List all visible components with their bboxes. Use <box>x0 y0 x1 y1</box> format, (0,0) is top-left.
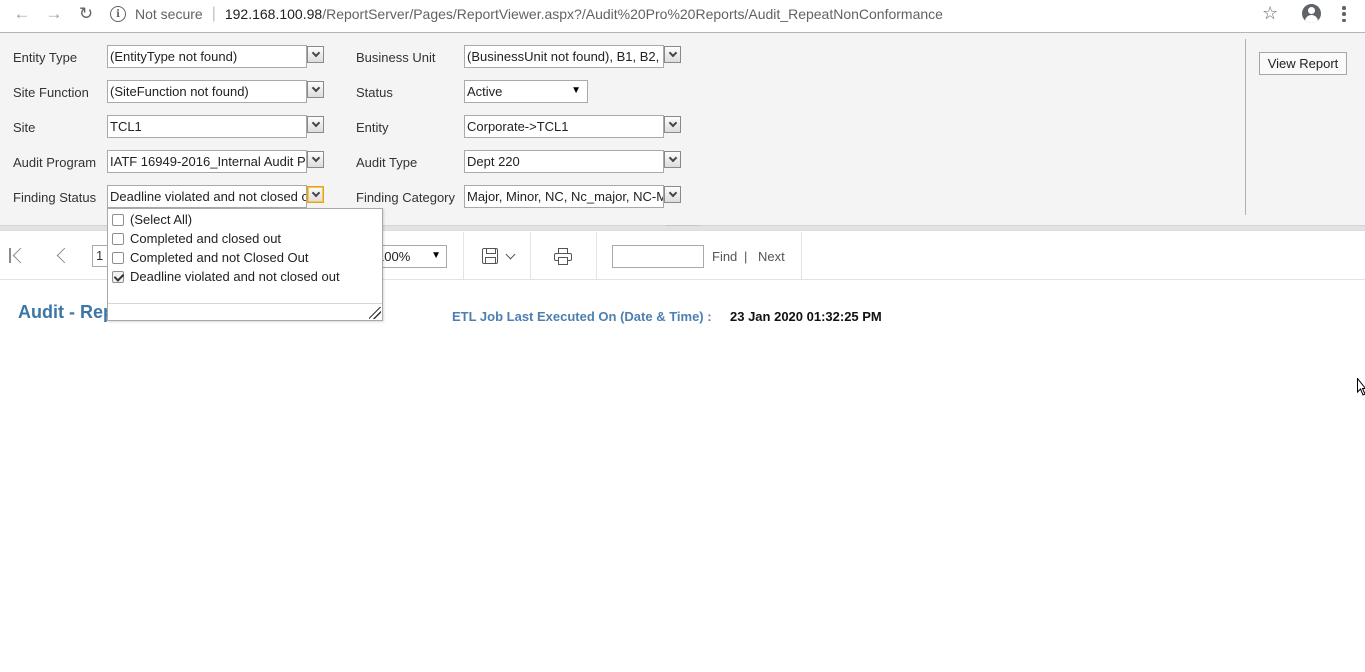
option-deadline-violated[interactable]: Deadline violated and not closed out <box>112 269 340 284</box>
chevron-down-icon <box>311 188 320 198</box>
dropdown-footer <box>108 303 382 320</box>
resize-grip-icon[interactable] <box>369 307 381 319</box>
entity-field[interactable]: Corporate->TCL1 <box>464 115 664 138</box>
find-link[interactable]: Find <box>712 249 737 264</box>
toolbar-divider <box>801 232 802 280</box>
etl-label: ETL Job Last Executed On (Date & Time) : <box>452 309 712 324</box>
address-bar[interactable]: i Not secure | 192.168.100.98/ReportServ… <box>110 0 1365 28</box>
parameters-divider <box>1245 39 1246 215</box>
business-unit-label: Business Unit <box>356 50 436 65</box>
first-page-icon[interactable] <box>9 247 27 265</box>
finding-category-field[interactable]: Major, Minor, NC, Nc_major, NC-Minor <box>464 185 664 208</box>
checkbox-checked[interactable] <box>112 270 124 283</box>
business-unit-dropdown-button[interactable] <box>664 46 681 63</box>
finding-status-dropdown-list: (Select All) Completed and closed out Co… <box>107 208 383 321</box>
find-separator: | <box>744 249 748 264</box>
chevron-down-icon <box>668 48 677 58</box>
chevron-down-icon <box>668 118 677 128</box>
option-completed-not-closed-out[interactable]: Completed and not Closed Out <box>112 250 309 265</box>
back-arrow-icon[interactable]: ← <box>6 0 38 28</box>
mouse-cursor-icon <box>1357 377 1365 396</box>
next-link[interactable]: Next <box>758 249 785 264</box>
checkbox[interactable] <box>112 213 124 226</box>
business-unit-field[interactable]: (BusinessUnit not found), B1, B2, B3 <box>464 45 664 68</box>
browser-menu-icon[interactable] <box>1339 5 1349 23</box>
chevron-down-icon <box>668 153 677 163</box>
entity-type-dropdown-button[interactable] <box>307 46 324 63</box>
previous-page-icon[interactable] <box>55 247 69 265</box>
site-label: Site <box>13 120 36 135</box>
audit-program-field[interactable]: IATF 16949-2016_Internal Audit Program <box>107 150 307 173</box>
toolbar-divider <box>530 232 531 280</box>
option-select-all[interactable]: (Select All) <box>112 212 192 227</box>
address-separator: | <box>211 5 216 22</box>
finding-category-dropdown-button[interactable] <box>664 186 681 203</box>
site-function-dropdown-button[interactable] <box>307 81 324 98</box>
audit-program-label: Audit Program <box>13 155 97 170</box>
select-arrow-icon: ▼ <box>431 250 441 261</box>
zoom-select[interactable]: 100% ▼ <box>372 245 447 268</box>
etl-value: 23 Jan 2020 01:32:25 PM <box>730 309 882 324</box>
url-text[interactable]: 192.168.100.98/ReportServer/Pages/Report… <box>225 6 943 22</box>
find-input[interactable] <box>612 245 704 268</box>
finding-category-label: Finding Category <box>356 190 455 205</box>
audit-program-dropdown-button[interactable] <box>307 151 324 168</box>
chevron-down-icon[interactable] <box>505 249 516 260</box>
account-icon[interactable] <box>1302 4 1321 23</box>
forward-arrow-icon[interactable]: → <box>38 0 70 28</box>
chevron-down-icon <box>311 48 320 58</box>
entity-type-label: Entity Type <box>13 50 78 65</box>
save-export-icon[interactable] <box>482 248 498 264</box>
checkbox[interactable] <box>112 251 124 264</box>
status-select[interactable]: Active ▼ <box>464 80 588 103</box>
security-label: Not secure <box>135 6 203 22</box>
entity-dropdown-button[interactable] <box>664 116 681 133</box>
info-icon[interactable]: i <box>110 6 126 22</box>
bookmark-star-icon[interactable]: ☆ <box>1262 3 1278 24</box>
status-label: Status <box>356 85 393 100</box>
checkbox[interactable] <box>112 232 124 245</box>
chevron-down-icon <box>311 83 320 93</box>
print-icon[interactable] <box>554 248 572 265</box>
site-function-field[interactable]: (SiteFunction not found) <box>107 80 307 103</box>
entity-type-field[interactable]: (EntityType not found) <box>107 45 307 68</box>
toolbar-divider <box>463 232 464 280</box>
browser-toolbar: ← → ↻ i Not secure | 192.168.100.98/Repo… <box>0 0 1365 28</box>
reload-icon[interactable]: ↻ <box>70 0 102 28</box>
site-field[interactable]: TCL1 <box>107 115 307 138</box>
parameters-panel: Entity Type (EntityType not found) Busin… <box>0 32 1365 231</box>
audit-type-dropdown-button[interactable] <box>664 151 681 168</box>
audit-type-field[interactable]: Dept 220 <box>464 150 664 173</box>
select-arrow-icon: ▼ <box>571 85 581 96</box>
entity-label: Entity <box>356 120 389 135</box>
finding-status-label: Finding Status <box>13 190 97 205</box>
finding-status-field[interactable]: Deadline violated and not closed out <box>107 185 307 208</box>
chevron-down-icon <box>668 188 677 198</box>
finding-status-dropdown-button[interactable] <box>307 186 324 203</box>
chevron-down-icon <box>311 153 320 163</box>
view-report-button[interactable]: View Report <box>1259 52 1347 75</box>
audit-type-label: Audit Type <box>356 155 418 170</box>
site-dropdown-button[interactable] <box>307 116 324 133</box>
option-completed-closed-out[interactable]: Completed and closed out <box>112 231 281 246</box>
chevron-down-icon <box>311 118 320 128</box>
toolbar-divider <box>596 232 597 280</box>
site-function-label: Site Function <box>13 85 89 100</box>
